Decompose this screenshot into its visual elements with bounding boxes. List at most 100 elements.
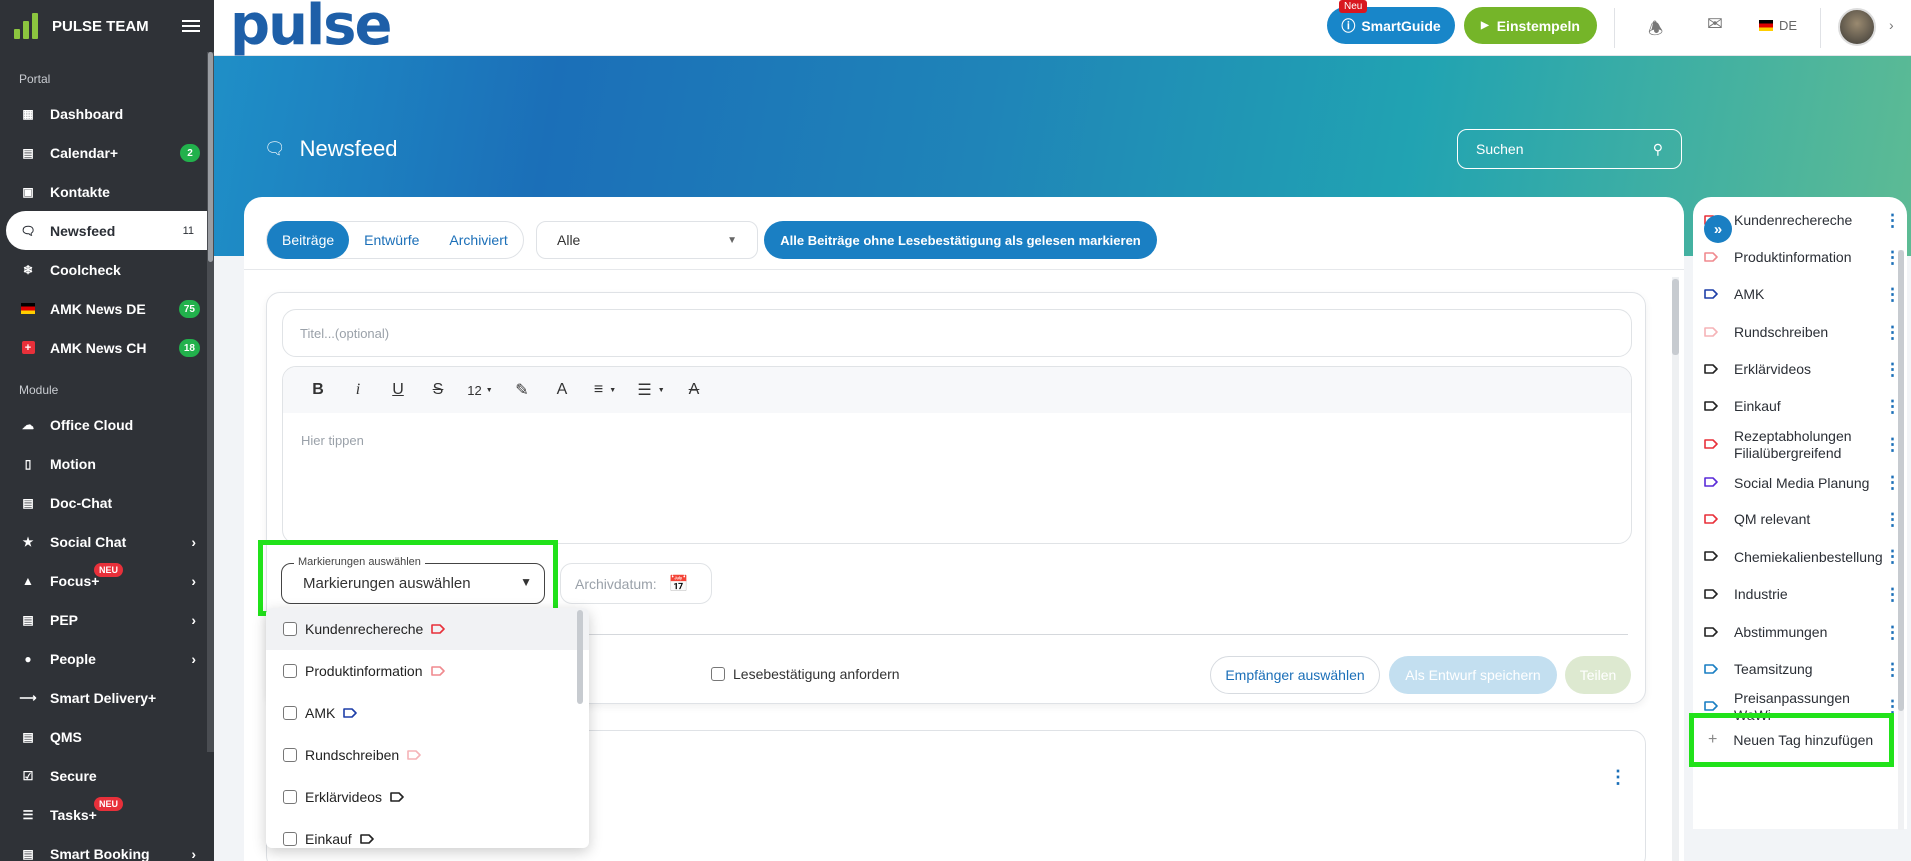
- mark-all-read-button[interactable]: Alle Beiträge ohne Lesebestätigung als g…: [764, 221, 1157, 259]
- sidebar-item-amk-news-ch[interactable]: + AMK News CH 18: [0, 328, 214, 367]
- sidebar-item-coolcheck[interactable]: ❄ Coolcheck: [0, 250, 214, 289]
- sidebar-item-secure[interactable]: ☑ Secure: [0, 756, 214, 795]
- pulse-logo-icon: [14, 13, 40, 39]
- tag-list-item[interactable]: Industrie ⋮: [1704, 585, 1901, 604]
- read-receipt-checkbox[interactable]: Lesebestätigung anfordern: [711, 666, 900, 682]
- dropdown-option[interactable]: Rundschreiben: [266, 734, 589, 776]
- sidebar: PULSE TEAM Portal ▦ Dashboard ▤ Calendar+ 2 ▣…: [0, 0, 214, 861]
- topbar: pulse ⓘ SmartGuide Neu ▶ Einstempeln 🕭 ✉…: [214, 0, 1911, 56]
- sidebar-item-smart-booking[interactable]: ▤ Smart Booking ›: [0, 834, 214, 861]
- ordered-list-icon[interactable]: ≡ ▼: [582, 375, 628, 405]
- tag-list-item[interactable]: Abstimmungen ⋮: [1704, 623, 1901, 642]
- tags-panel-scrollbar[interactable]: [1898, 250, 1904, 830]
- checkbox[interactable]: [711, 667, 725, 681]
- bullet-list-icon[interactable]: ☰ ▼: [628, 375, 674, 405]
- bell-icon[interactable]: 🕭: [1648, 16, 1663, 45]
- new-badge: NEU: [94, 563, 124, 577]
- sidebar-item-calendar[interactable]: ▤ Calendar+ 2: [0, 133, 214, 172]
- editor-toolbar: B i U S 12 ▼ ✎ A ≡ ▼ ☰ ▼ A: [283, 367, 1631, 413]
- language-selector[interactable]: DE: [1759, 18, 1797, 33]
- tag-list-item[interactable]: Social Media Planung ⋮: [1704, 466, 1901, 500]
- mail-icon[interactable]: ✉: [1707, 13, 1723, 36]
- sidebar-item-office-cloud[interactable]: ☁ Office Cloud: [0, 405, 214, 444]
- tag-list-item[interactable]: Teamsitzung ⋮: [1704, 660, 1901, 679]
- count-badge: 2: [180, 144, 200, 162]
- dropdown-option[interactable]: Einkauf: [266, 818, 589, 848]
- tag-list-item[interactable]: Erklärvideos ⋮: [1704, 360, 1901, 379]
- tag-list-item[interactable]: Kundenrechereche ⋮: [1704, 211, 1901, 231]
- einstempeln-button[interactable]: ▶ Einstempeln: [1464, 7, 1597, 44]
- sidebar-item-tasks[interactable]: ☰ Tasks+ NEU: [0, 795, 214, 834]
- tag-list-item[interactable]: Chemiekalienbestellung ⋮: [1704, 540, 1901, 574]
- pulse-brand-logo[interactable]: pulse: [230, 0, 392, 54]
- archive-date-field[interactable]: Archivdatum: 📅: [560, 563, 712, 604]
- dropdown-option[interactable]: AMK: [266, 692, 589, 734]
- share-button[interactable]: Teilen: [1565, 656, 1631, 694]
- sidebar-item-social-chat[interactable]: ★ Social Chat ›: [0, 522, 214, 561]
- checkbox[interactable]: [283, 832, 297, 846]
- add-tag-button[interactable]: + Neuen Tag hinzufügen: [1689, 713, 1894, 767]
- tag-list-item[interactable]: Rundschreiben ⋮: [1704, 323, 1901, 342]
- underline-icon[interactable]: U: [378, 375, 418, 405]
- clear-format-icon[interactable]: A: [674, 375, 714, 405]
- tag-list-item[interactable]: Rezeptabholungen Filialübergreifend ⋮: [1704, 428, 1901, 462]
- page-title: 🗨 Newsfeed: [264, 136, 397, 162]
- sidebar-item-doc-chat[interactable]: ▤ Doc-Chat: [0, 483, 214, 522]
- tab-beitraege[interactable]: Beiträge: [267, 221, 350, 259]
- title-input[interactable]: Titel...(optional): [282, 309, 1632, 357]
- option-label: AMK: [305, 705, 336, 721]
- dropdown-option[interactable]: Produktinformation: [266, 650, 589, 692]
- tag-select[interactable]: Markierungen auswählen Markierungen ausw…: [281, 556, 545, 604]
- tag-icon: [1704, 511, 1734, 529]
- sidebar-item-dashboard[interactable]: ▦ Dashboard: [0, 94, 214, 133]
- user-avatar[interactable]: [1838, 8, 1876, 46]
- sidebar-item-smart-delivery[interactable]: ⟶ Smart Delivery+: [0, 678, 214, 717]
- tag-dropdown: Kundenrechereche Produktinformation AMK Run…: [266, 608, 589, 848]
- dropdown-scrollbar[interactable]: [577, 610, 583, 704]
- more-options-icon[interactable]: ⋮: [1609, 767, 1627, 788]
- sidebar-item-people[interactable]: ● People ›: [0, 639, 214, 678]
- hamburger-menu-icon[interactable]: [182, 17, 200, 35]
- sidebar-item-newsfeed[interactable]: 🗨 Newsfeed 11: [6, 211, 214, 250]
- feed-scrollbar[interactable]: [1672, 277, 1679, 861]
- strikethrough-icon[interactable]: S: [418, 375, 458, 405]
- highlighter-icon[interactable]: ✎: [502, 375, 542, 405]
- bold-icon[interactable]: B: [298, 375, 338, 405]
- tag-list-item[interactable]: Produktinformation ⋮: [1704, 248, 1901, 267]
- editor-body[interactable]: Hier tippen: [283, 413, 1631, 468]
- sidebar-item-motion[interactable]: ▯ Motion: [0, 444, 214, 483]
- collapse-panel-icon[interactable]: »: [1704, 215, 1732, 243]
- tag-list-item[interactable]: AMK ⋮: [1704, 285, 1901, 304]
- dropdown-option[interactable]: Kundenrechereche: [266, 608, 589, 650]
- sidebar-scrollbar[interactable]: [207, 52, 214, 752]
- text-color-icon[interactable]: A: [542, 375, 582, 405]
- sidebar-item-qms[interactable]: ▤ QMS: [0, 717, 214, 756]
- sidebar-item-kontakte[interactable]: ▣ Kontakte: [0, 172, 214, 211]
- dropdown-option[interactable]: Erklärvideos: [266, 776, 589, 818]
- checkbox[interactable]: [283, 748, 297, 762]
- checkbox[interactable]: [283, 706, 297, 720]
- save-draft-button[interactable]: Als Entwurf speichern: [1389, 656, 1557, 694]
- chevron-right-icon[interactable]: ›: [1889, 17, 1894, 33]
- search-input[interactable]: Suchen ⚲: [1457, 129, 1682, 169]
- checkbox[interactable]: [283, 664, 297, 678]
- tag-list-item[interactable]: Einkauf ⋮: [1704, 397, 1901, 416]
- select-recipients-button[interactable]: Empfänger auswählen: [1210, 656, 1380, 694]
- font-size-select[interactable]: 12 ▼: [458, 375, 502, 405]
- sidebar-item-amk-news-de[interactable]: AMK News DE 75: [0, 289, 214, 328]
- sidebar-item-pep[interactable]: ▤ PEP ›: [0, 600, 214, 639]
- more-options-icon[interactable]: ⋮: [1884, 211, 1901, 231]
- new-badge: NEU: [94, 797, 124, 811]
- tab-entwuerfe[interactable]: Entwürfe: [349, 221, 434, 259]
- tab-archiviert[interactable]: Archiviert: [434, 221, 522, 259]
- tag-list-item[interactable]: QM relevant ⋮: [1704, 510, 1901, 529]
- filter-select[interactable]: Alle ▼: [536, 221, 758, 259]
- sidebar-item-focus[interactable]: ▲ Focus+ › NEU: [0, 561, 214, 600]
- checkbox[interactable]: [283, 790, 297, 804]
- sidebar-item-label: Newsfeed: [50, 222, 116, 239]
- tag-icon: [1704, 249, 1734, 267]
- sidebar-item-label: AMK News DE: [50, 300, 146, 317]
- italic-icon[interactable]: i: [338, 375, 378, 405]
- checkbox[interactable]: [283, 622, 297, 636]
- share-icon: ★: [22, 534, 34, 549]
